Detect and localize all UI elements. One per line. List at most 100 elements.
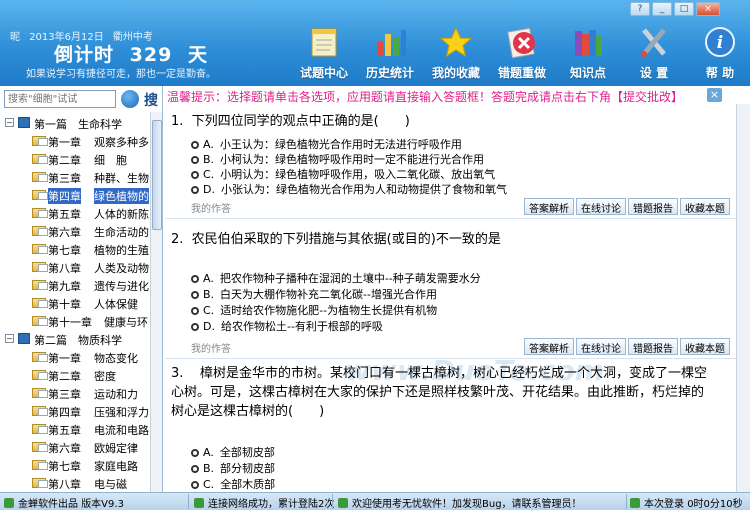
tree-chapter-item[interactable]: 第六章 欧姆定律 bbox=[0, 438, 150, 456]
tree-item-title: 细 胞 bbox=[94, 154, 127, 167]
radio-icon[interactable] bbox=[191, 275, 199, 283]
radio-icon[interactable] bbox=[191, 481, 199, 489]
collapse-icon[interactable]: − bbox=[5, 118, 14, 127]
tree-chapter-item[interactable]: 第五章 电流和电路 bbox=[0, 420, 150, 438]
radio-icon[interactable] bbox=[191, 323, 199, 331]
option-text: 全部韧皮部 bbox=[219, 446, 275, 459]
search-bar: 搜 bbox=[0, 86, 163, 112]
tree-chapter-item[interactable]: 第三章 运动和力 bbox=[0, 384, 150, 402]
chapter-icon bbox=[32, 388, 48, 398]
main-toolbar: 试题中心 历史统计 我的收藏 错题重做 知识点 设 置 i 帮 助 bbox=[292, 20, 750, 84]
error-report-button[interactable]: 错题报告 bbox=[628, 338, 678, 355]
option-letter: A. bbox=[203, 272, 214, 285]
notice-close-button[interactable]: × bbox=[707, 88, 722, 102]
tree-item-number: 第八章 bbox=[48, 478, 81, 491]
tree-item-title: 生命科学 bbox=[78, 118, 122, 131]
search-input[interactable] bbox=[4, 90, 116, 108]
option-letter: B. bbox=[203, 288, 215, 301]
chapter-icon bbox=[32, 478, 48, 488]
tree-scrollbar[interactable] bbox=[150, 112, 162, 492]
question-scrollbar[interactable] bbox=[736, 104, 750, 492]
tree-chapter-item[interactable]: 第十一章 健康与环 bbox=[0, 312, 150, 330]
history-stats-button[interactable]: 历史统计 bbox=[358, 20, 422, 82]
tree-chapter-item[interactable]: 第一章 物态变化 bbox=[0, 348, 150, 366]
question-1-option-b[interactable]: B. 小柯认为：绿色植物呼吸作用时一定不能进行光合作用 bbox=[191, 151, 484, 167]
question-1-option-c[interactable]: C. 小明认为：绿色植物呼吸作用，吸入二氧化碳、放出氧气 bbox=[191, 166, 495, 182]
option-text: 给农作物松土--有利于根部的呼吸 bbox=[220, 320, 383, 333]
tree-scroll-thumb[interactable] bbox=[152, 120, 162, 230]
question-2-option-b[interactable]: B. 白天为大棚作物补充二氧化碳--增强光合作用 bbox=[191, 286, 437, 302]
radio-icon[interactable] bbox=[191, 465, 199, 473]
question-3-stem: 3. 樟树是金华市的市树。某校门口有一棵古樟树，树心已经朽烂成一个大洞，变成了一… bbox=[171, 364, 716, 421]
radio-icon[interactable] bbox=[191, 156, 199, 164]
question-3-option-a[interactable]: A. 全部韧皮部 bbox=[191, 444, 275, 460]
radio-icon[interactable] bbox=[191, 171, 199, 179]
error-report-button[interactable]: 错题报告 bbox=[628, 198, 678, 215]
chapter-icon bbox=[32, 424, 48, 434]
tree-chapter-item[interactable]: 第八章 人类及动物 bbox=[0, 258, 150, 276]
search-button-label[interactable]: 搜 bbox=[144, 90, 158, 110]
help-button[interactable]: i 帮 助 bbox=[688, 20, 750, 82]
question-divider bbox=[165, 218, 736, 219]
question-1-option-a[interactable]: A. 小王认为：绿色植物光合作用时无法进行呼吸作用 bbox=[191, 136, 462, 152]
answer-analysis-button[interactable]: 答案解析 bbox=[524, 338, 574, 355]
window-help-button[interactable]: ? bbox=[630, 2, 650, 16]
tree-book-item[interactable]: − 第二篇 物质科学 bbox=[0, 330, 150, 348]
favorite-question-button[interactable]: 收藏本题 bbox=[680, 338, 730, 355]
question-3-option-c[interactable]: C. 全部木质部 bbox=[191, 476, 275, 492]
tree-item-title: 欧姆定律 bbox=[94, 442, 138, 455]
question-2-option-c[interactable]: C. 适时给农作物施化肥--为植物生长提供有机物 bbox=[191, 302, 437, 318]
book-icon bbox=[18, 333, 30, 344]
radio-icon[interactable] bbox=[191, 449, 199, 457]
question-3-option-b[interactable]: B. 部分韧皮部 bbox=[191, 460, 275, 476]
tree-item-number: 第六章 bbox=[48, 442, 81, 455]
tree-book-item[interactable]: − 第一篇 生命科学 bbox=[0, 114, 150, 132]
tree-chapter-item[interactable]: 第一章 观察多种多 bbox=[0, 132, 150, 150]
my-favorites-button[interactable]: 我的收藏 bbox=[424, 20, 488, 82]
window-minimize-button[interactable]: _ bbox=[652, 2, 672, 16]
knowledge-points-button[interactable]: 知识点 bbox=[556, 20, 620, 82]
tree-chapter-item[interactable]: 第九章 遗传与进化 bbox=[0, 276, 150, 294]
search-icon[interactable] bbox=[121, 90, 139, 108]
error-redo-button[interactable]: 错题重做 bbox=[490, 20, 554, 82]
favorite-question-button[interactable]: 收藏本题 bbox=[680, 198, 730, 215]
book-icon bbox=[18, 117, 30, 128]
chapter-icon bbox=[32, 208, 48, 218]
online-discuss-button[interactable]: 在线讨论 bbox=[576, 338, 626, 355]
tree-chapter-item[interactable]: 第十章 人体保健 bbox=[0, 294, 150, 312]
help-icon: i bbox=[705, 27, 735, 57]
collapse-icon[interactable]: − bbox=[5, 334, 14, 343]
tree-chapter-item[interactable]: 第八章 电与磁 bbox=[0, 474, 150, 492]
question-center-button[interactable]: 试题中心 bbox=[292, 20, 356, 82]
tree-chapter-item[interactable]: 第二章细 胞 bbox=[0, 150, 150, 168]
error-redo-label: 错题重做 bbox=[497, 66, 546, 80]
window-maximize-button[interactable]: □ bbox=[674, 2, 694, 16]
tree-chapter-item[interactable]: 第二章 密度 bbox=[0, 366, 150, 384]
chapter-icon bbox=[32, 370, 48, 380]
question-2-option-a[interactable]: A. 把农作物种子播种在湿润的土壤中--种子萌发需要水分 bbox=[191, 270, 481, 286]
tree-chapter-item[interactable]: 第七章 家庭电路 bbox=[0, 456, 150, 474]
radio-icon[interactable] bbox=[191, 307, 199, 315]
tree-chapter-item[interactable]: 第七章 植物的生殖 bbox=[0, 240, 150, 258]
tree-item-number: 第六章 bbox=[48, 226, 81, 239]
radio-icon[interactable] bbox=[191, 186, 199, 194]
tree-chapter-item[interactable]: 第五章 人体的新陈 bbox=[0, 204, 150, 222]
question-1-my-answer: 我的作答 bbox=[191, 204, 231, 215]
online-discuss-button[interactable]: 在线讨论 bbox=[576, 198, 626, 215]
settings-button[interactable]: 设 置 bbox=[622, 20, 686, 82]
question-2-actions: 答案解析 在线讨论 错题报告 收藏本题 bbox=[522, 338, 730, 355]
question-1-option-d[interactable]: D. 小张认为：绿色植物光合作用为人和动物提供了食物和氧气 bbox=[191, 181, 507, 197]
tree-chapter-item[interactable]: 第六章 生命活动的 bbox=[0, 222, 150, 240]
window-close-button[interactable]: × bbox=[696, 2, 720, 16]
radio-icon[interactable] bbox=[191, 141, 199, 149]
tree-chapter-item[interactable]: 第四章 压强和浮力 bbox=[0, 402, 150, 420]
tree-chapter-item[interactable]: 第三章 种群、生物 bbox=[0, 168, 150, 186]
tree-chapter-item[interactable]: 第四章 绿色植物的 bbox=[0, 186, 150, 204]
question-2-option-d[interactable]: D. 给农作物松土--有利于根部的呼吸 bbox=[191, 318, 383, 334]
tree-item-number: 第七章 bbox=[48, 460, 81, 473]
tree-item-title: 植物的生殖 bbox=[94, 244, 149, 257]
option-text: 把农作物种子播种在湿润的土壤中--种子萌发需要水分 bbox=[219, 272, 481, 285]
radio-icon[interactable] bbox=[191, 291, 199, 299]
countdown-label: 倒计时 bbox=[54, 44, 115, 66]
answer-analysis-button[interactable]: 答案解析 bbox=[524, 198, 574, 215]
